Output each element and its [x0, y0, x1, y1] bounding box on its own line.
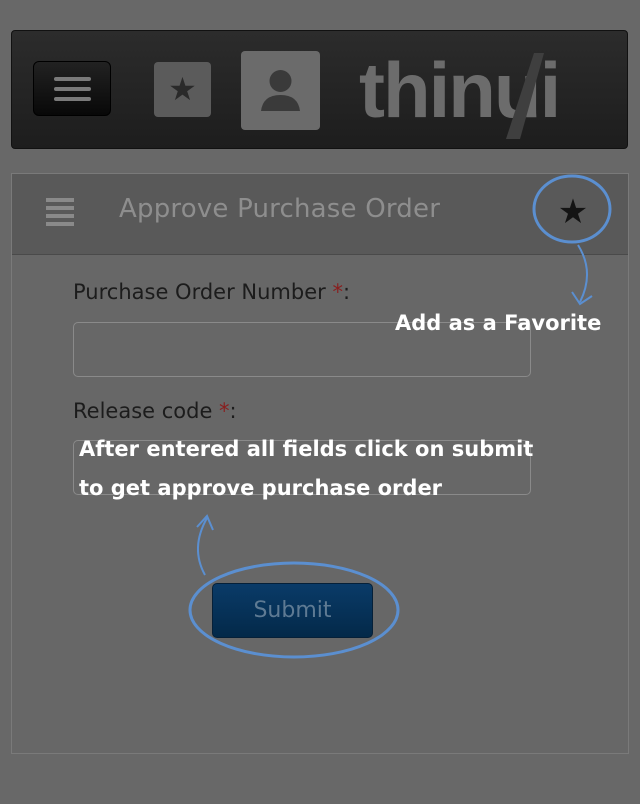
- panel-header: Approve Purchase Order ★: [12, 174, 628, 255]
- favorite-annotation: Add as a Favorite: [395, 311, 602, 335]
- approve-po-panel: Approve Purchase Order ★ Purchase Order …: [11, 173, 629, 754]
- required-mark: *: [219, 399, 230, 423]
- required-mark: *: [332, 280, 343, 304]
- star-icon: ★: [168, 70, 197, 108]
- favorites-button[interactable]: ★: [154, 62, 211, 117]
- add-favorite-button[interactable]: ★: [551, 190, 595, 234]
- brand-logo: thinui: [359, 46, 561, 134]
- submit-annotation-line1: After entered all fields click on submit: [79, 437, 534, 461]
- menu-button[interactable]: [33, 61, 111, 116]
- release-code-label: Release code *:: [73, 399, 237, 423]
- profile-button[interactable]: [241, 51, 320, 130]
- hamburger-icon-bar: [54, 87, 91, 91]
- hamburger-icon: [54, 77, 91, 81]
- submit-button[interactable]: Submit: [212, 583, 373, 638]
- hamburger-icon-bar: [54, 97, 91, 101]
- list-icon[interactable]: [46, 198, 76, 228]
- star-icon: ★: [557, 192, 589, 232]
- app-header: ★ thinui: [11, 30, 628, 149]
- po-number-label: Purchase Order Number *:: [73, 280, 351, 304]
- submit-annotation-line2: to get approve purchase order: [79, 476, 443, 500]
- page-title: Approve Purchase Order: [119, 194, 441, 224]
- user-icon: [261, 70, 300, 111]
